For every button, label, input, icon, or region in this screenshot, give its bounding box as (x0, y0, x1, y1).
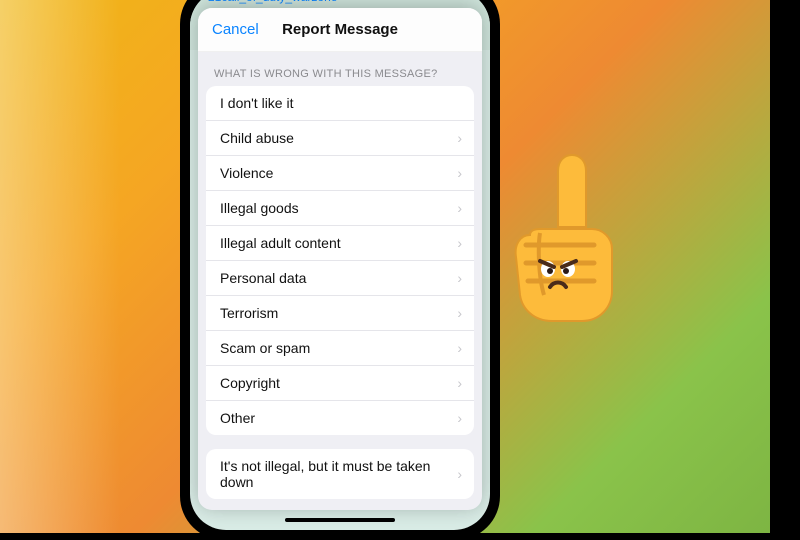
reasons-list-main: I don't like itChild abuse›Violence›Ille… (206, 86, 474, 435)
chevron-right-icon: › (457, 130, 462, 146)
reasons-list-secondary: It's not illegal, but it must be taken d… (206, 449, 474, 499)
list-item[interactable]: Violence › (206, 155, 474, 190)
list-item-label: Violence (220, 165, 273, 181)
chevron-right-icon: › (457, 340, 462, 356)
list-item[interactable]: Other › (206, 400, 474, 435)
list-item-label: Terrorism (220, 305, 278, 321)
list-item-label: Other (220, 410, 255, 426)
chevron-right-icon: › (457, 235, 462, 251)
list-item-label: Scam or spam (220, 340, 310, 356)
list-item[interactable]: Illegal goods › (206, 190, 474, 225)
sheet-title: Report Message (282, 21, 398, 38)
sheet-header: Cancel Report Message (198, 8, 482, 52)
gradient-background: 21call_of_duty_warzone Cancel Report Mes… (0, 0, 800, 533)
list-item[interactable]: Scam or spam › (206, 330, 474, 365)
report-sheet: Cancel Report Message WHAT IS WRONG WITH… (198, 8, 482, 510)
list-item[interactable]: I don't like it (206, 86, 474, 120)
chevron-right-icon: › (457, 165, 462, 181)
list-item[interactable]: Illegal adult content › (206, 225, 474, 260)
chevron-right-icon: › (457, 410, 462, 426)
list-item-label: Copyright (220, 375, 280, 391)
cancel-button[interactable]: Cancel (212, 21, 259, 38)
chevron-right-icon: › (457, 375, 462, 391)
list-item[interactable]: Personal data › (206, 260, 474, 295)
list-item-label: Child abuse (220, 130, 294, 146)
list-item-label: I don't like it (220, 95, 294, 111)
pointing-hand-sticker (490, 145, 630, 325)
list-item-label: It's not illegal, but it must be taken d… (220, 458, 449, 490)
phone-screen: 21call_of_duty_warzone Cancel Report Mes… (190, 0, 490, 530)
list-item-label: Personal data (220, 270, 306, 286)
list-item-label: Illegal goods (220, 200, 299, 216)
list-item[interactable]: It's not illegal, but it must be taken d… (206, 449, 474, 499)
list-item[interactable]: Copyright › (206, 365, 474, 400)
home-indicator[interactable] (285, 518, 395, 522)
chevron-right-icon: › (457, 466, 462, 482)
list-item-label: Illegal adult content (220, 235, 341, 251)
chevron-right-icon: › (457, 200, 462, 216)
section-label: WHAT IS WRONG WITH THIS MESSAGE? (198, 52, 482, 86)
chevron-right-icon: › (457, 305, 462, 321)
list-item[interactable]: Terrorism › (206, 295, 474, 330)
phone-frame: 21call_of_duty_warzone Cancel Report Mes… (180, 0, 500, 540)
vignette-right (770, 0, 800, 533)
vignette-left (0, 0, 120, 533)
chat-link[interactable]: 21call_of_duty_warzone (208, 0, 337, 4)
list-item[interactable]: Child abuse › (206, 120, 474, 155)
chevron-right-icon: › (457, 270, 462, 286)
